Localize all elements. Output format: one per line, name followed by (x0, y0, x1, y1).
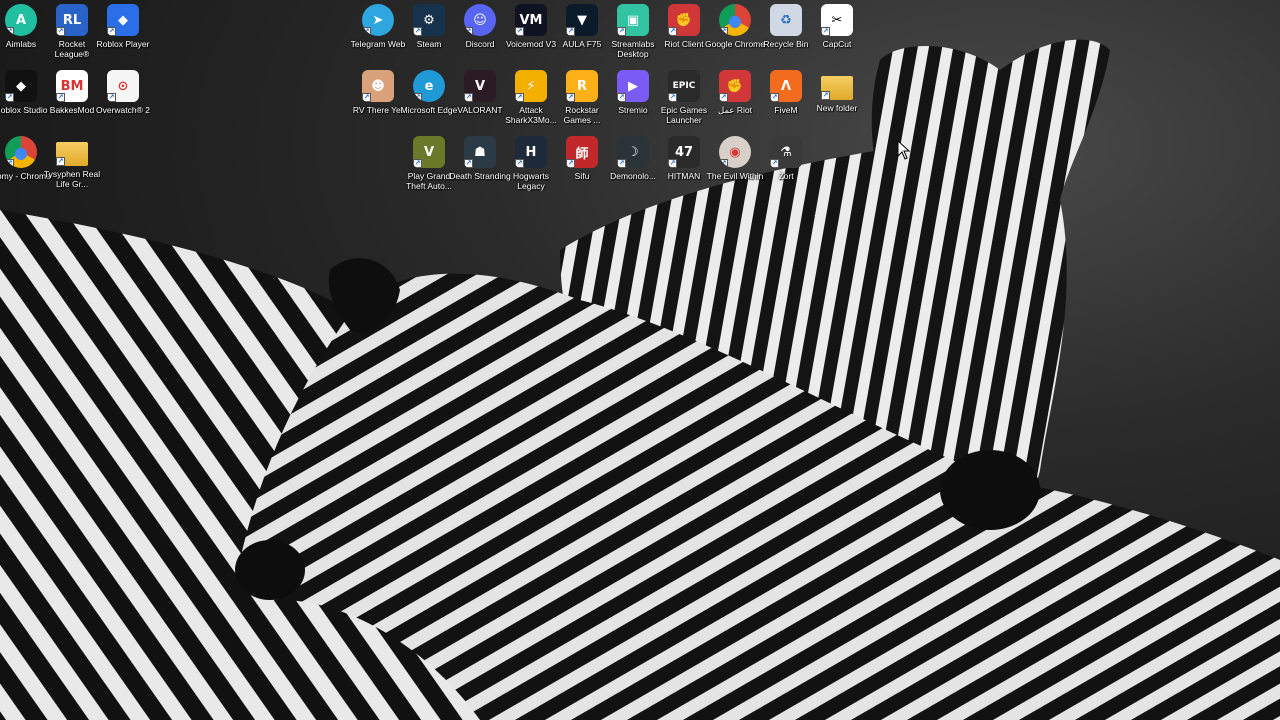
shortcut-arrow-icon: ↗ (56, 27, 65, 36)
desktop-shortcut-folder[interactable]: ↗ Tysyphen Real Life Gr... (41, 136, 103, 198)
shortcut-arrow-icon: ↗ (719, 159, 728, 168)
folder-icon: ↗ (821, 76, 853, 100)
shortcut-arrow-icon: ↗ (770, 93, 779, 102)
shortcut-arrow-icon: ↗ (464, 159, 473, 168)
desktop-shortcut-label: New folder (816, 103, 858, 113)
bakkesmod-icon: BM ↗ (56, 70, 88, 102)
evil-within-icon: ◉ ↗ (719, 136, 751, 168)
discord-icon: ☺ ↗ (464, 4, 496, 36)
telegram-icon: ➤ ↗ (362, 4, 394, 36)
epic-games-icon: EPIC ↗ (668, 70, 700, 102)
shortcut-arrow-icon: ↗ (56, 157, 65, 166)
desktop-shortcut-folder[interactable]: ↗ New folder (806, 70, 868, 132)
desktop-shortcut-overwatch[interactable]: ⊙ ↗ Overwatch® 2 (92, 70, 154, 132)
streamlabs-icon: ▣ ↗ (617, 4, 649, 36)
aimlabs-icon: A ↗ (5, 4, 37, 36)
shortcut-arrow-icon: ↗ (770, 159, 779, 168)
shortcut-arrow-icon: ↗ (821, 91, 830, 100)
rockstar-icon: R ↗ (566, 70, 598, 102)
riot-client-icon: ✊ ↗ (668, 4, 700, 36)
shortcut-arrow-icon: ↗ (617, 27, 626, 36)
fivem-icon: Λ ↗ (770, 70, 802, 102)
chrome-icon: ● ↗ (719, 4, 751, 36)
shortcut-arrow-icon: ↗ (566, 159, 575, 168)
attack-shark-icon: ⚡ ↗ (515, 70, 547, 102)
steam-icon: ⚙ ↗ (413, 4, 445, 36)
edge-icon: e ↗ (413, 70, 445, 102)
shortcut-arrow-icon: ↗ (719, 27, 728, 36)
shortcut-arrow-icon: ↗ (5, 27, 14, 36)
shortcut-arrow-icon: ↗ (566, 93, 575, 102)
mouse-cursor (897, 140, 911, 160)
roblox-player-icon: ◆ ↗ (107, 4, 139, 36)
shortcut-arrow-icon: ↗ (107, 27, 116, 36)
desktop-shortcut-label: CapCut (822, 39, 852, 49)
desktop-shortcut-roblox-player[interactable]: ◆ ↗ Roblox Player (92, 4, 154, 66)
desktop-shortcut-capcut[interactable]: ✂ ↗ CapCut (806, 4, 868, 66)
recycle-bin-icon: ♻ (770, 4, 802, 36)
demonologist-icon: ☽ ↗ (617, 136, 649, 168)
hogwarts-icon: H ↗ (515, 136, 547, 168)
desktop-shortcut-label: Roblox Player (96, 39, 150, 49)
shortcut-arrow-icon: ↗ (413, 27, 422, 36)
aula-icon: ▼ ↗ (566, 4, 598, 36)
shortcut-arrow-icon: ↗ (464, 93, 473, 102)
death-stranding-icon: ☗ ↗ (464, 136, 496, 168)
shortcut-arrow-icon: ↗ (515, 93, 524, 102)
capcut-icon: ✂ ↗ (821, 4, 853, 36)
folder-icon: ↗ (56, 142, 88, 166)
shortcut-arrow-icon: ↗ (56, 93, 65, 102)
chrome-icon: ● ↗ (5, 136, 37, 168)
hitman-icon: 47 ↗ (668, 136, 700, 168)
shortcut-arrow-icon: ↗ (413, 93, 422, 102)
overwatch-icon: ⊙ ↗ (107, 70, 139, 102)
desktop-shortcut-zort[interactable]: ⚗ ↗ Zort (755, 136, 817, 198)
shortcut-arrow-icon: ↗ (515, 27, 524, 36)
shortcut-arrow-icon: ↗ (719, 93, 728, 102)
shortcut-arrow-icon: ↗ (821, 27, 830, 36)
shortcut-arrow-icon: ↗ (617, 93, 626, 102)
desktop[interactable]: A ↗ Aimlabs RL ↗ Rocket League® ◆ ↗ Roblox Playe… (0, 0, 1280, 720)
shortcut-arrow-icon: ↗ (464, 27, 473, 36)
shortcut-arrow-icon: ↗ (668, 93, 677, 102)
desktop-shortcut-label: Tysyphen Real Life Gr... (43, 169, 101, 189)
zort-icon: ⚗ ↗ (770, 136, 802, 168)
sifu-icon: 師 ↗ (566, 136, 598, 168)
voicemod-icon: VM ↗ (515, 4, 547, 36)
rocket-league-icon: RL ↗ (56, 4, 88, 36)
stremio-icon: ▶ ↗ (617, 70, 649, 102)
valorant-icon: V ↗ (464, 70, 496, 102)
shortcut-arrow-icon: ↗ (668, 159, 677, 168)
desktop-shortcut-label: Zort (778, 171, 794, 181)
desktop-shortcut-label: Overwatch® 2 (96, 105, 150, 115)
shortcut-arrow-icon: ↗ (566, 27, 575, 36)
gta-icon: V ↗ (413, 136, 445, 168)
shortcut-arrow-icon: ↗ (668, 27, 677, 36)
riot-icon: ✊ ↗ (719, 70, 751, 102)
shortcut-arrow-icon: ↗ (362, 93, 371, 102)
shortcut-arrow-icon: ↗ (107, 93, 116, 102)
shortcut-arrow-icon: ↗ (362, 27, 371, 36)
shortcut-arrow-icon: ↗ (5, 159, 14, 168)
roblox-studio-icon: ◆ ↗ (5, 70, 37, 102)
rv-there-yet-icon: ☻ ↗ (362, 70, 394, 102)
shortcut-arrow-icon: ↗ (515, 159, 524, 168)
shortcut-arrow-icon: ↗ (5, 93, 14, 102)
shortcut-arrow-icon: ↗ (617, 159, 626, 168)
shortcut-arrow-icon: ↗ (413, 159, 422, 168)
